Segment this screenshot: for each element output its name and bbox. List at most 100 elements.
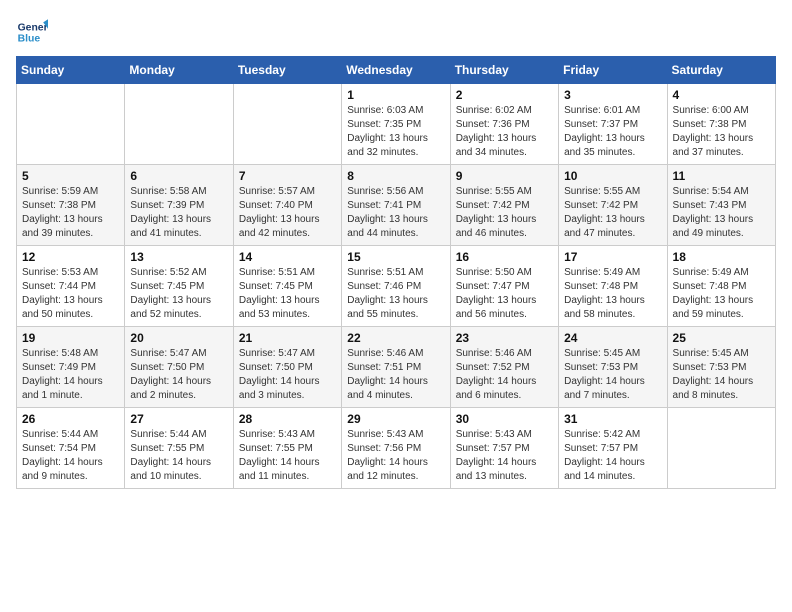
- calendar-cell: [125, 84, 233, 165]
- day-info: Sunrise: 5:59 AM Sunset: 7:38 PM Dayligh…: [22, 185, 119, 241]
- day-number: 23: [456, 331, 553, 345]
- day-number: 1: [347, 88, 444, 102]
- weekday-header-saturday: Saturday: [667, 57, 775, 84]
- day-number: 13: [130, 250, 227, 264]
- day-info: Sunrise: 5:45 AM Sunset: 7:53 PM Dayligh…: [564, 347, 661, 403]
- calendar-cell: 23 Sunrise: 5:46 AM Sunset: 7:52 PM Dayli…: [450, 327, 558, 408]
- day-info: Sunrise: 6:00 AM Sunset: 7:38 PM Dayligh…: [673, 104, 770, 160]
- day-info: Sunrise: 5:54 AM Sunset: 7:43 PM Dayligh…: [673, 185, 770, 241]
- day-number: 27: [130, 412, 227, 426]
- weekday-header-friday: Friday: [559, 57, 667, 84]
- calendar-cell: 28 Sunrise: 5:43 AM Sunset: 7:55 PM Dayli…: [233, 408, 341, 489]
- calendar-cell: 2Sunrise: 6:02 AM Sunset: 7:36 PM Daylig…: [450, 84, 558, 165]
- day-info: Sunrise: 5:42 AM Sunset: 7:57 PM Dayligh…: [564, 428, 661, 484]
- day-number: 12: [22, 250, 119, 264]
- calendar-cell: 25 Sunrise: 5:45 AM Sunset: 7:53 PM Dayli…: [667, 327, 775, 408]
- day-number: 8: [347, 169, 444, 183]
- day-number: 18: [673, 250, 770, 264]
- calendar-cell: 30 Sunrise: 5:43 AM Sunset: 7:57 PM Dayli…: [450, 408, 558, 489]
- day-number: 4: [673, 88, 770, 102]
- calendar-cell: 11Sunrise: 5:54 AM Sunset: 7:43 PM Dayli…: [667, 165, 775, 246]
- day-number: 3: [564, 88, 661, 102]
- day-info: Sunrise: 5:45 AM Sunset: 7:53 PM Dayligh…: [673, 347, 770, 403]
- calendar-cell: 6Sunrise: 5:58 AM Sunset: 7:39 PM Daylig…: [125, 165, 233, 246]
- calendar-cell: 1 Sunrise: 6:03 AM Sunset: 7:35 PM Daylig…: [342, 84, 450, 165]
- day-info: Sunrise: 5:55 AM Sunset: 7:42 PM Dayligh…: [564, 185, 661, 241]
- calendar-cell: 15 Sunrise: 5:51 AM Sunset: 7:46 PM Dayli…: [342, 246, 450, 327]
- day-info: Sunrise: 5:47 AM Sunset: 7:50 PM Dayligh…: [239, 347, 336, 403]
- calendar-cell: 31 Sunrise: 5:42 AM Sunset: 7:57 PM Dayli…: [559, 408, 667, 489]
- day-info: Sunrise: 5:55 AM Sunset: 7:42 PM Dayligh…: [456, 185, 553, 241]
- calendar-cell: 3 Sunrise: 6:01 AM Sunset: 7:37 PM Daylig…: [559, 84, 667, 165]
- calendar-cell: 13Sunrise: 5:52 AM Sunset: 7:45 PM Dayli…: [125, 246, 233, 327]
- calendar-cell: 22Sunrise: 5:46 AM Sunset: 7:51 PM Dayli…: [342, 327, 450, 408]
- calendar-cell: 24 Sunrise: 5:45 AM Sunset: 7:53 PM Dayli…: [559, 327, 667, 408]
- day-info: Sunrise: 5:44 AM Sunset: 7:54 PM Dayligh…: [22, 428, 119, 484]
- calendar-cell: 17Sunrise: 5:49 AM Sunset: 7:48 PM Dayli…: [559, 246, 667, 327]
- day-number: 15: [347, 250, 444, 264]
- svg-text:Blue: Blue: [18, 34, 41, 45]
- calendar-cell: 19Sunrise: 5:48 AM Sunset: 7:49 PM Dayli…: [17, 327, 125, 408]
- day-number: 5: [22, 169, 119, 183]
- calendar-cell: [667, 408, 775, 489]
- svg-text:General: General: [18, 22, 48, 33]
- day-number: 10: [564, 169, 661, 183]
- calendar-cell: 4 Sunrise: 6:00 AM Sunset: 7:38 PM Daylig…: [667, 84, 775, 165]
- day-number: 28: [239, 412, 336, 426]
- page-header: General Blue: [16, 16, 776, 48]
- day-number: 24: [564, 331, 661, 345]
- day-info: Sunrise: 6:03 AM Sunset: 7:35 PM Dayligh…: [347, 104, 444, 160]
- day-info: Sunrise: 5:46 AM Sunset: 7:51 PM Dayligh…: [347, 347, 444, 403]
- logo-icon: General Blue: [16, 16, 48, 48]
- weekday-header-monday: Monday: [125, 57, 233, 84]
- calendar-cell: 10 Sunrise: 5:55 AM Sunset: 7:42 PM Dayli…: [559, 165, 667, 246]
- week-row-3: 12 Sunrise: 5:53 AM Sunset: 7:44 PM Dayli…: [17, 246, 776, 327]
- day-number: 9: [456, 169, 553, 183]
- calendar-table: SundayMondayTuesdayWednesdayThursdayFrid…: [16, 56, 776, 489]
- day-number: 20: [130, 331, 227, 345]
- day-info: Sunrise: 6:01 AM Sunset: 7:37 PM Dayligh…: [564, 104, 661, 160]
- day-number: 26: [22, 412, 119, 426]
- day-info: Sunrise: 5:51 AM Sunset: 7:46 PM Dayligh…: [347, 266, 444, 322]
- day-number: 29: [347, 412, 444, 426]
- day-number: 17: [564, 250, 661, 264]
- day-info: Sunrise: 5:58 AM Sunset: 7:39 PM Dayligh…: [130, 185, 227, 241]
- calendar-cell: 5 Sunrise: 5:59 AM Sunset: 7:38 PM Daylig…: [17, 165, 125, 246]
- day-number: 7: [239, 169, 336, 183]
- day-number: 21: [239, 331, 336, 345]
- day-info: Sunrise: 5:47 AM Sunset: 7:50 PM Dayligh…: [130, 347, 227, 403]
- day-info: Sunrise: 5:49 AM Sunset: 7:48 PM Dayligh…: [673, 266, 770, 322]
- calendar-cell: 16 Sunrise: 5:50 AM Sunset: 7:47 PM Dayli…: [450, 246, 558, 327]
- weekday-header-thursday: Thursday: [450, 57, 558, 84]
- day-number: 19: [22, 331, 119, 345]
- day-number: 30: [456, 412, 553, 426]
- calendar-cell: 20 Sunrise: 5:47 AM Sunset: 7:50 PM Dayli…: [125, 327, 233, 408]
- day-info: Sunrise: 6:02 AM Sunset: 7:36 PM Dayligh…: [456, 104, 553, 160]
- calendar-cell: 29 Sunrise: 5:43 AM Sunset: 7:56 PM Dayli…: [342, 408, 450, 489]
- calendar-cell: [17, 84, 125, 165]
- day-info: Sunrise: 5:50 AM Sunset: 7:47 PM Dayligh…: [456, 266, 553, 322]
- weekday-header-tuesday: Tuesday: [233, 57, 341, 84]
- calendar-cell: 12 Sunrise: 5:53 AM Sunset: 7:44 PM Dayli…: [17, 246, 125, 327]
- day-number: 25: [673, 331, 770, 345]
- day-info: Sunrise: 5:43 AM Sunset: 7:56 PM Dayligh…: [347, 428, 444, 484]
- calendar-cell: 8 Sunrise: 5:56 AM Sunset: 7:41 PM Daylig…: [342, 165, 450, 246]
- day-number: 16: [456, 250, 553, 264]
- day-info: Sunrise: 5:46 AM Sunset: 7:52 PM Dayligh…: [456, 347, 553, 403]
- day-info: Sunrise: 5:51 AM Sunset: 7:45 PM Dayligh…: [239, 266, 336, 322]
- weekday-header-sunday: Sunday: [17, 57, 125, 84]
- weekday-header-row: SundayMondayTuesdayWednesdayThursdayFrid…: [17, 57, 776, 84]
- day-number: 31: [564, 412, 661, 426]
- logo: General Blue: [16, 16, 48, 48]
- day-info: Sunrise: 5:53 AM Sunset: 7:44 PM Dayligh…: [22, 266, 119, 322]
- day-info: Sunrise: 5:56 AM Sunset: 7:41 PM Dayligh…: [347, 185, 444, 241]
- day-info: Sunrise: 5:43 AM Sunset: 7:57 PM Dayligh…: [456, 428, 553, 484]
- calendar-cell: 26 Sunrise: 5:44 AM Sunset: 7:54 PM Dayli…: [17, 408, 125, 489]
- calendar-cell: 14 Sunrise: 5:51 AM Sunset: 7:45 PM Dayli…: [233, 246, 341, 327]
- weekday-header-wednesday: Wednesday: [342, 57, 450, 84]
- calendar-cell: 21 Sunrise: 5:47 AM Sunset: 7:50 PM Dayli…: [233, 327, 341, 408]
- day-number: 14: [239, 250, 336, 264]
- week-row-1: 1 Sunrise: 6:03 AM Sunset: 7:35 PM Daylig…: [17, 84, 776, 165]
- calendar-cell: 18 Sunrise: 5:49 AM Sunset: 7:48 PM Dayli…: [667, 246, 775, 327]
- day-info: Sunrise: 5:43 AM Sunset: 7:55 PM Dayligh…: [239, 428, 336, 484]
